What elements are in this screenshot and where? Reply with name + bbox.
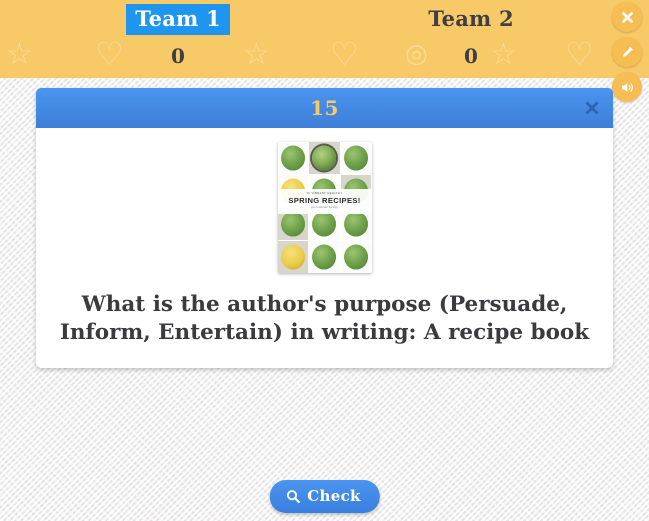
tool-rail: [612, 2, 646, 102]
question-modal: 15 30 VIBRANT HEALTHY SPRING RECIPES! (t…: [36, 88, 613, 368]
team-score-2: 0: [464, 44, 478, 68]
sound-button[interactable]: [612, 72, 642, 102]
question-text: What is the author's purpose (Persuade, …: [59, 292, 590, 346]
heart-icon: ♡: [330, 35, 359, 73]
close-icon: [621, 11, 633, 23]
edit-button[interactable]: [612, 37, 642, 67]
modal-body: 30 VIBRANT HEALTHY SPRING RECIPES! (to C…: [36, 128, 613, 368]
check-button[interactable]: Check: [269, 480, 380, 513]
team-name-1[interactable]: Team 1: [126, 4, 230, 35]
speaker-icon: [621, 82, 633, 92]
cover-subtitle: (to Celebrate Spring): [311, 205, 338, 210]
scoreboard-bar: ☆ ♡ ☆ ♡ ◎ ☆ ♡ Team 1 0 Team 2 0: [0, 0, 649, 78]
recipe-cover-title-band: 30 VIBRANT HEALTHY SPRING RECIPES! (to C…: [277, 189, 372, 214]
pencil-icon: [622, 46, 633, 57]
modal-close-button[interactable]: [581, 97, 603, 119]
team-score-1: 0: [171, 44, 185, 68]
modal-header: 15: [36, 88, 613, 128]
search-icon: [286, 489, 300, 503]
close-button[interactable]: [612, 2, 642, 32]
team-panel-2[interactable]: Team 2 0: [366, 4, 576, 68]
team-panel-1[interactable]: Team 1 0: [73, 4, 283, 68]
team-name-2[interactable]: Team 2: [419, 4, 523, 35]
question-index: 15: [310, 96, 339, 120]
cover-title: SPRING RECIPES!: [288, 195, 361, 205]
star-icon: ☆: [6, 37, 33, 72]
check-button-label: Check: [307, 487, 361, 505]
close-icon: [585, 101, 599, 115]
question-image: 30 VIBRANT HEALTHY SPRING RECIPES! (to C…: [277, 142, 372, 273]
